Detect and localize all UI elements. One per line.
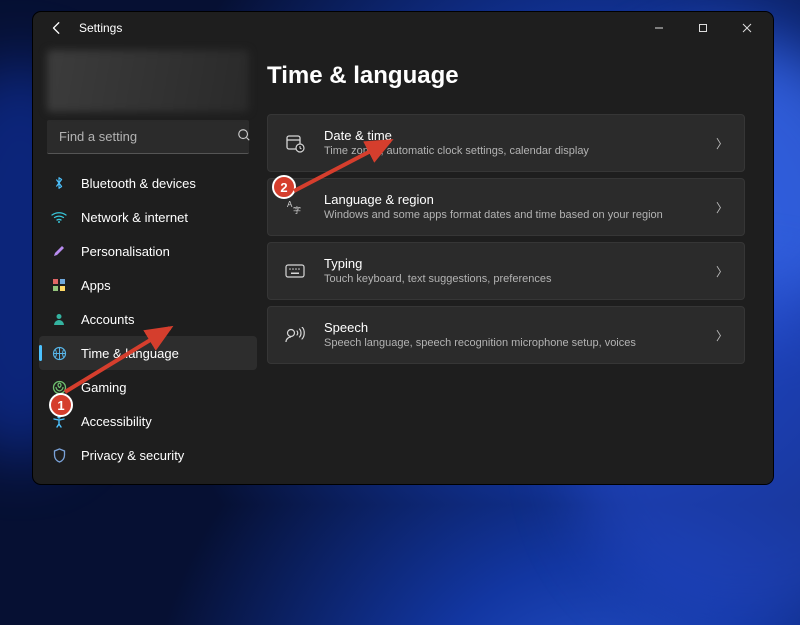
bluetooth-icon [51,175,67,191]
language-icon: A字 [284,197,306,217]
sidebar-item-label: Network & internet [81,210,188,225]
sidebar-item-privacy[interactable]: Privacy & security [33,438,263,472]
settings-cards: Date & time Time zones, automatic clock … [263,114,749,364]
card-date-time[interactable]: Date & time Time zones, automatic clock … [267,114,745,172]
title-bar: Settings [33,12,773,44]
chevron-right-icon: 〉 [716,263,728,280]
sidebar-item-label: Gaming [81,380,127,395]
annotation-badge-2: 2 [272,175,296,199]
paintbrush-icon [51,243,67,259]
card-language-region[interactable]: A字 Language & region Windows and some ap… [267,178,745,236]
sidebar-item-label: Personalisation [81,244,170,259]
sidebar-item-apps[interactable]: Apps [33,268,263,302]
sidebar-item-label: Privacy & security [81,448,184,463]
card-title: Date & time [324,128,716,144]
window-buttons [637,12,769,44]
main-content: Time & language Date & time Time zones, … [263,44,773,484]
close-icon [742,23,752,33]
close-button[interactable] [725,12,769,44]
svg-text:字: 字 [293,205,301,215]
speech-icon [284,327,306,343]
card-subtitle: Speech language, speech recognition micr… [324,336,716,350]
settings-window: Settings Bluetooth & devices [33,12,773,484]
search-icon [237,128,251,145]
sidebar-item-label: Accounts [81,312,134,327]
chevron-right-icon: 〉 [716,135,728,152]
card-subtitle: Touch keyboard, text suggestions, prefer… [324,272,716,286]
sidebar-item-label: Apps [81,278,111,293]
page-title: Time & language [267,62,749,90]
calendar-clock-icon [284,133,306,153]
card-title: Typing [324,256,716,272]
globe-clock-icon [51,345,67,361]
chevron-right-icon: 〉 [716,199,728,216]
sidebar-item-bluetooth[interactable]: Bluetooth & devices [33,166,263,200]
arrow-left-icon [50,21,64,35]
back-button[interactable] [45,16,69,40]
profile-card[interactable] [47,50,249,112]
person-icon [51,311,67,327]
sidebar-item-network[interactable]: Network & internet [33,200,263,234]
sidebar-item-time-language[interactable]: Time & language [39,336,257,370]
sidebar-item-label: Accessibility [81,414,152,429]
card-subtitle: Windows and some apps format dates and t… [324,208,716,222]
minimize-icon [654,23,664,33]
annotation-badge-1: 1 [49,393,73,417]
maximize-button[interactable] [681,12,725,44]
card-speech[interactable]: Speech Speech language, speech recogniti… [267,306,745,364]
keyboard-icon [284,264,306,278]
sidebar-item-personalisation[interactable]: Personalisation [33,234,263,268]
nav-list: Bluetooth & devices Network & internet P… [33,164,263,474]
card-subtitle: Time zones, automatic clock settings, ca… [324,144,716,158]
card-typing[interactable]: Typing Touch keyboard, text suggestions,… [267,242,745,300]
window-title: Settings [79,21,122,35]
sidebar-item-accounts[interactable]: Accounts [33,302,263,336]
sidebar-item-label: Time & language [81,346,179,361]
shield-icon [51,447,67,463]
sidebar: Bluetooth & devices Network & internet P… [33,44,263,484]
search-input[interactable] [57,128,237,145]
apps-icon [51,277,67,293]
search-box[interactable] [47,120,249,154]
maximize-icon [698,23,708,33]
sidebar-item-label: Bluetooth & devices [81,176,196,191]
card-title: Language & region [324,192,716,208]
card-title: Speech [324,320,716,336]
sidebar-item-windows-update[interactable]: Windows Update [33,472,263,474]
chevron-right-icon: 〉 [716,327,728,344]
wifi-icon [51,209,67,225]
minimize-button[interactable] [637,12,681,44]
